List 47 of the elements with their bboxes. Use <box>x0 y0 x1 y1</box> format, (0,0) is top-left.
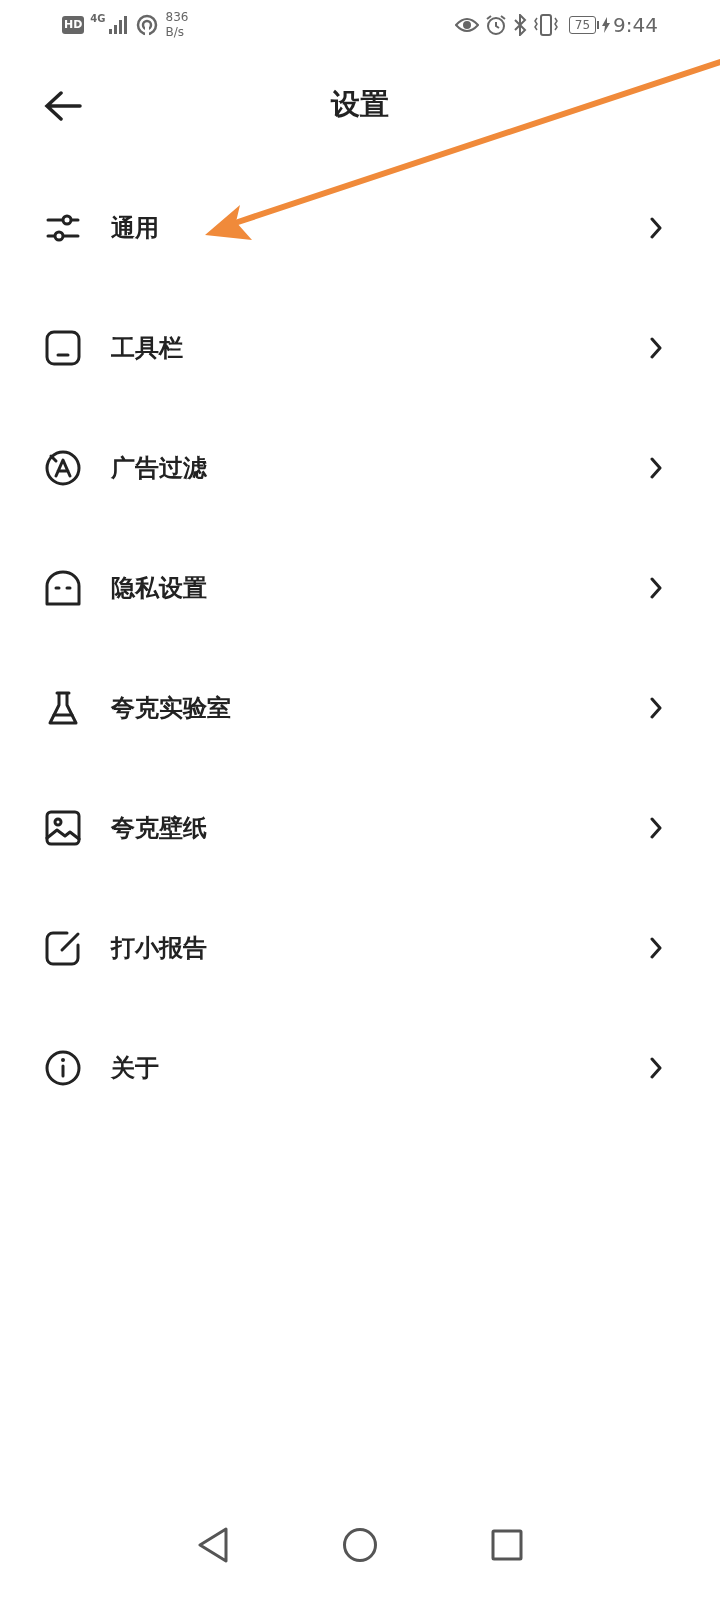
edit-icon <box>45 930 81 966</box>
eye-icon <box>454 17 479 33</box>
signal-icon <box>107 15 128 35</box>
settings-item[interactable]: 夸克壁纸 <box>0 768 720 888</box>
settings-item[interactable]: 广告过滤 <box>0 408 720 528</box>
chevron-icon <box>650 457 662 479</box>
item-label: 隐私设置 <box>111 572 207 604</box>
item-label: 广告过滤 <box>111 452 207 484</box>
info-icon <box>45 1050 81 1086</box>
chevron-icon <box>650 697 662 719</box>
chevron-icon <box>650 337 662 359</box>
item-label: 工具栏 <box>111 332 183 364</box>
item-label: 夸克壁纸 <box>111 812 207 844</box>
toolbar-icon <box>45 330 81 366</box>
settings-item[interactable]: 关于 <box>0 1008 720 1128</box>
hotspot-icon <box>135 14 158 36</box>
page-title: 设置 <box>331 86 389 124</box>
settings-item[interactable]: 打小报告 <box>0 888 720 1008</box>
clock-time: 9:44 <box>613 12 658 39</box>
ghost-face-icon <box>45 570 81 606</box>
chevron-icon <box>650 937 662 959</box>
item-label: 打小报告 <box>111 932 207 964</box>
bluetooth-icon <box>512 14 527 36</box>
settings-item[interactable]: 通用 <box>0 168 720 288</box>
settings-item[interactable]: 工具栏 <box>0 288 720 408</box>
settings-item[interactable]: 夸克实验室 <box>0 648 720 768</box>
settings-item[interactable]: 隐私设置 <box>0 528 720 648</box>
item-label: 关于 <box>111 1052 159 1084</box>
network-type: 4G <box>90 14 106 24</box>
charging-icon <box>602 17 611 33</box>
recents-nav-icon[interactable] <box>491 1529 524 1561</box>
chevron-icon <box>650 817 662 839</box>
speed-unit: B/s <box>165 25 186 40</box>
vibrate-icon <box>532 14 559 36</box>
ad-block-icon <box>45 450 81 486</box>
alarm-icon <box>484 14 507 36</box>
back-nav-icon[interactable] <box>196 1527 229 1563</box>
chevron-icon <box>650 1057 662 1079</box>
item-label: 通用 <box>111 212 159 244</box>
battery-indicator: 75 <box>568 16 600 34</box>
chevron-icon <box>650 217 662 239</box>
image-icon <box>45 810 81 846</box>
chevron-icon <box>650 577 662 599</box>
item-label: 夸克实验室 <box>111 692 231 724</box>
network-speed: 836 <box>165 10 189 25</box>
home-nav-icon[interactable] <box>342 1527 378 1563</box>
hd-badge: HD <box>62 16 85 34</box>
